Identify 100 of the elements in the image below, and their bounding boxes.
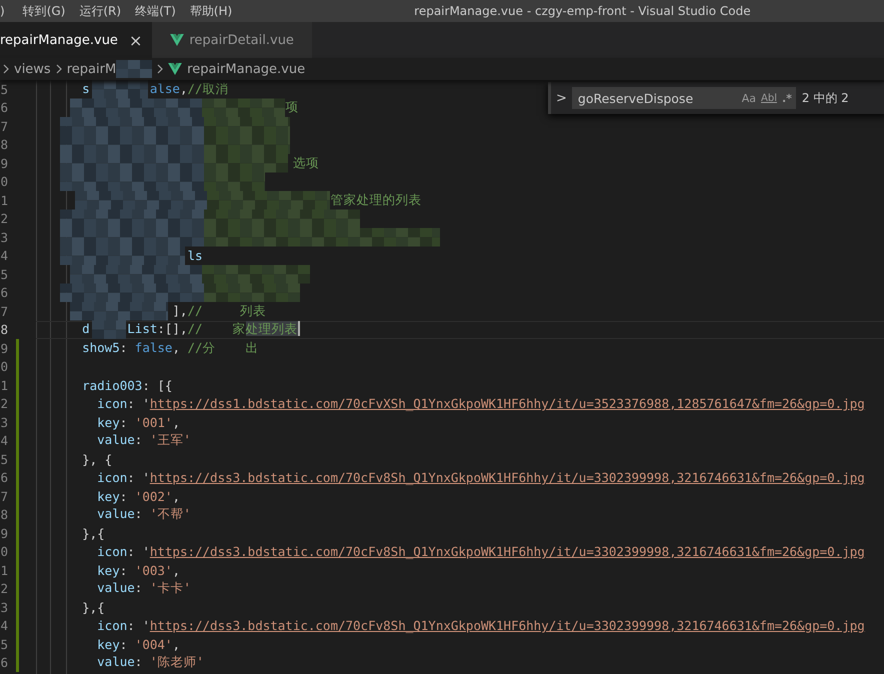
code-token: value	[96, 432, 135, 448]
code-token: key	[96, 562, 120, 578]
code-token: key	[96, 488, 120, 504]
code-token: ,	[172, 414, 180, 430]
code-token: d	[81, 321, 90, 336]
menu-item[interactable]: 终端(T)	[135, 2, 182, 20]
code-token: // 家	[187, 321, 246, 336]
search-field[interactable]: goReserveDispose Aa Abl .*	[572, 87, 796, 109]
code-token: false	[134, 340, 172, 355]
editor-tab[interactable]: repairManage.vue ×	[0, 22, 152, 58]
code-token: '001'	[134, 414, 172, 430]
match-count: 2 中的 2	[802, 90, 849, 106]
window-title: repairManage.vue - czgy-emp-front - Visual Studio Code	[414, 4, 751, 18]
code-token: icon	[96, 396, 128, 412]
line-number: 6	[0, 100, 8, 116]
code-token: ,	[172, 562, 180, 578]
code-token: ,	[172, 340, 181, 355]
breadcrumb-item[interactable]: repairM	[66, 62, 116, 76]
line-number: 9	[0, 156, 8, 171]
menu-item[interactable]: 运行(R)	[79, 2, 128, 20]
line-number: 1	[0, 378, 8, 393]
line-number: 5	[0, 636, 8, 652]
code-token: '002'	[134, 488, 172, 504]
code-token: 选项	[292, 154, 319, 170]
code-token: : '	[127, 470, 150, 486]
line-number: 6	[0, 470, 8, 486]
code-token: https://dss3.bdstatic.com/70cFv8Sh_Q1YnxGkpoWK1HF6hhy/it/u=3302399998,3216746631&fm=26&gp=0.jpg	[150, 618, 865, 634]
code-token: ,	[172, 488, 180, 504]
code-token: ,	[172, 636, 180, 652]
line-number: 3	[0, 230, 8, 245]
code-token: ,	[180, 80, 188, 96]
vue-logo-icon	[170, 34, 184, 46]
code-token: 管家处理的列表	[329, 192, 422, 207]
chevron-icon	[56, 64, 62, 74]
expand-toggle[interactable]: >	[556, 90, 567, 106]
code-token: key	[96, 636, 120, 652]
line-number: 1	[0, 562, 8, 578]
search-option[interactable]: Aa	[742, 92, 756, 104]
line-number: 5	[0, 452, 8, 467]
menu-item[interactable]: 帮助(H)	[190, 2, 238, 20]
code-token: https://dss3.bdstatic.com/70cFv8Sh_Q1YnxGkpoWK1HF6hhy/it/u=3302399998,3216746631&fm=26&gp=0.jpg	[150, 470, 865, 486]
line-number: 9	[0, 526, 8, 541]
code-token: value	[96, 580, 135, 596]
code-token: value	[96, 506, 135, 522]
line-number: 2	[0, 396, 8, 412]
code-token: :	[134, 654, 144, 670]
code-token: '卡卡'	[150, 580, 191, 596]
search-option[interactable]: .*	[782, 92, 792, 104]
code-token: icon	[96, 470, 128, 486]
code-token: :[],	[157, 321, 188, 336]
code-token: :	[134, 432, 144, 448]
code-token: //取消	[187, 80, 229, 96]
code-token: : [{	[142, 378, 172, 393]
breadcrumb-item[interactable]: repairManage.vue	[187, 62, 306, 76]
line-number: 5	[0, 266, 8, 282]
menu-item[interactable]: )	[0, 4, 11, 18]
line-number: 8	[0, 137, 8, 152]
line-number: 4	[0, 618, 8, 634]
line-number: 5	[0, 82, 8, 97]
editor-tab[interactable]: repairDetail.vue	[152, 22, 312, 58]
code-token: 项	[284, 99, 298, 114]
line-number: 7	[0, 118, 8, 134]
menu-item[interactable]: 转到(G)	[22, 2, 72, 20]
chevron-icon	[3, 64, 9, 74]
chevron-icon	[157, 64, 164, 74]
breadcrumb-item[interactable]: views	[14, 62, 51, 76]
code-token: icon	[96, 618, 128, 634]
code-token: :	[134, 580, 144, 596]
line-number: 8	[0, 507, 8, 522]
tab-label: repairManage.vue	[0, 32, 118, 48]
code-token: :	[120, 414, 128, 430]
code-token: '003'	[134, 562, 172, 578]
code-token: '王军'	[150, 432, 191, 448]
code-token: },{	[81, 600, 105, 615]
search-value: goReserveDispose	[578, 90, 694, 106]
close-icon[interactable]: ×	[128, 30, 142, 50]
code-token: radio003	[81, 378, 142, 393]
line-number: 2	[0, 581, 8, 596]
code-token: : '	[127, 544, 150, 560]
search-option[interactable]: Abl	[761, 92, 777, 104]
code-token: : '	[127, 396, 150, 412]
line-number: 2	[0, 211, 8, 226]
code-token: value	[96, 654, 135, 670]
code-token: },{	[81, 526, 105, 541]
line-number: 0	[0, 544, 8, 560]
code-token: List	[126, 321, 158, 336]
code-token: //	[187, 302, 203, 318]
line-number: 3	[0, 414, 8, 430]
code-token: : '	[127, 618, 150, 634]
line-number: 8	[0, 322, 8, 338]
line-number: 9	[0, 340, 8, 356]
line-number: 4	[0, 433, 8, 448]
code-token: 处理列表	[246, 321, 300, 336]
code-token: show5	[81, 340, 120, 355]
code-token: https://dss3.bdstatic.com/70cFv8Sh_Q1YnxGkpoWK1HF6hhy/it/u=3302399998,3216746631&fm=26&gp=0.jpg	[150, 544, 865, 560]
code-token: s	[81, 80, 90, 96]
line-number: 6	[0, 285, 8, 300]
code-token: '004'	[134, 636, 172, 652]
code-token: '不帮'	[150, 506, 191, 522]
line-number: 7	[0, 304, 8, 319]
